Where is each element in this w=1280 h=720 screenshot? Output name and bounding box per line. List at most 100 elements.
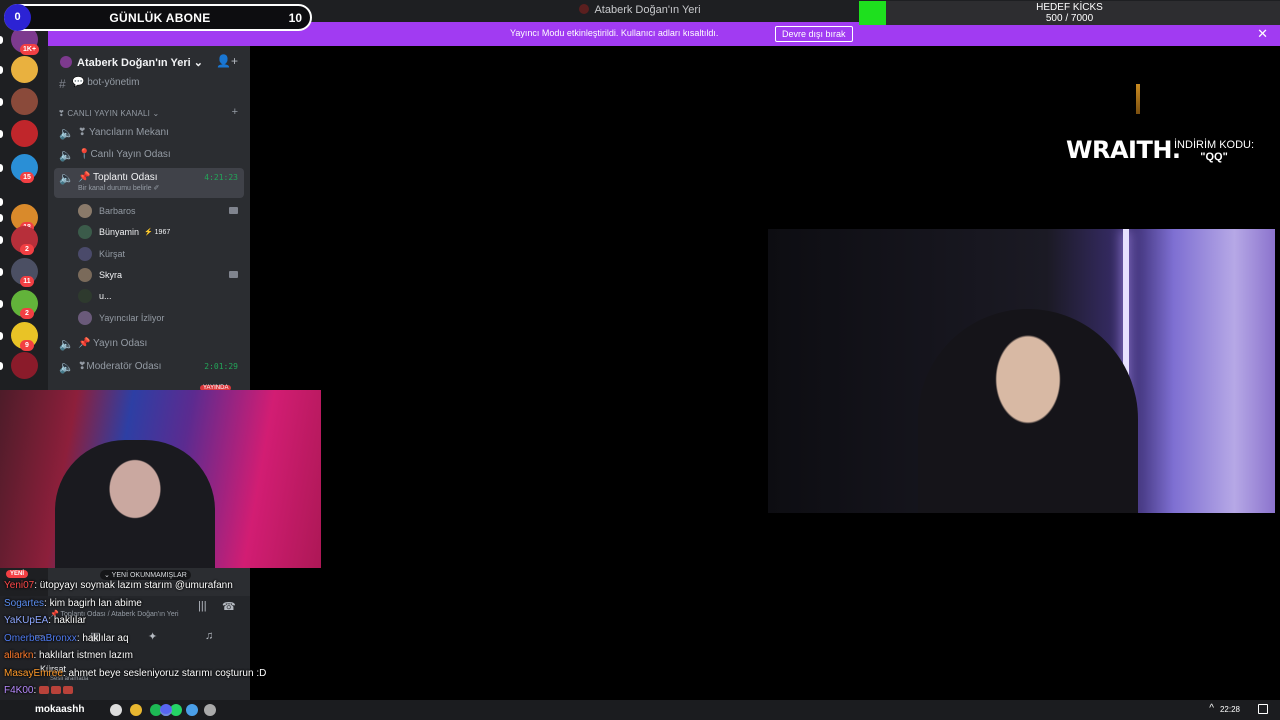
chat-username[interactable]: aliarkn bbox=[4, 650, 33, 661]
chrome-icon[interactable] bbox=[130, 704, 142, 716]
server-icon[interactable] bbox=[11, 120, 38, 147]
streamer-webcam bbox=[0, 390, 321, 568]
channel-yayin-odasi[interactable]: 🔈 📌 Yayın Odası bbox=[54, 334, 244, 354]
member-name: Skyra bbox=[99, 269, 123, 280]
channel-canli-yayin-odasi[interactable]: 🔈 📍Canlı Yayın Odası bbox=[54, 145, 244, 165]
chat-message: aliarkn: haklılart istmen lazım bbox=[4, 650, 304, 668]
channel-bot-yonetim[interactable]: # 💬 bot-yönetim bbox=[54, 74, 244, 94]
chat-text: : bbox=[33, 685, 37, 696]
voice-member[interactable]: u... bbox=[78, 286, 244, 306]
banner-message: Yayıncı Modu etkinleştirildi. Kullanıcı … bbox=[510, 28, 719, 38]
channel-toplanti-odasi[interactable]: 🔈 📌 Toplantı Odası 4:21:23 Bir kanal dur… bbox=[54, 168, 244, 198]
unread-pill bbox=[0, 214, 3, 222]
channel-status[interactable]: Bir kanal durumu belirle ✐ bbox=[78, 184, 159, 192]
member-boost: ⚡ 1967 bbox=[144, 229, 171, 237]
avatar bbox=[78, 225, 92, 240]
channel-name: 📌 Toplantı Odası bbox=[78, 172, 158, 183]
channel-timer: 2:01:29 bbox=[204, 362, 238, 371]
unread-pill bbox=[0, 98, 3, 106]
speaker-icon: 🔈 bbox=[59, 337, 74, 351]
chat-text: : haklılar bbox=[48, 615, 87, 626]
chat-username[interactable]: Sogartes bbox=[4, 598, 44, 609]
camera-on-icon bbox=[229, 270, 238, 278]
chat-text: : ahmet beye sesleniyoruz starımı coştur… bbox=[62, 667, 267, 679]
chat-message: YaKUpEA: haklılar bbox=[4, 615, 304, 633]
unread-pill bbox=[0, 300, 3, 308]
photos-icon[interactable] bbox=[186, 704, 198, 716]
notification-center-icon[interactable] bbox=[1258, 704, 1268, 714]
member-name: Kürşat bbox=[99, 248, 126, 259]
chat-username[interactable]: Yeni07 bbox=[4, 580, 34, 591]
voice-member[interactable]: Kürşat bbox=[78, 244, 244, 264]
category-canli-yayin[interactable]: ❣ CANLI YAYIN KANALI ⌄ bbox=[58, 109, 159, 118]
emote-icon bbox=[39, 686, 50, 694]
mention-badge: 2 bbox=[20, 308, 34, 319]
streamer-figure bbox=[55, 440, 215, 568]
server-icon[interactable] bbox=[11, 56, 38, 83]
chat-message: OmerbeaBronxx: haklılar aq bbox=[4, 633, 304, 651]
chat-message: Sogartes: kim bagirh lan abime bbox=[4, 598, 304, 616]
mention-badge: 1K+ bbox=[20, 44, 40, 55]
chat-text: : haklılar aq bbox=[76, 632, 129, 644]
close-banner-icon[interactable]: ✕ bbox=[1257, 26, 1268, 42]
unread-pill bbox=[0, 362, 3, 370]
discord-icon[interactable] bbox=[160, 704, 172, 716]
server-header-icon bbox=[60, 56, 72, 68]
unread-pill bbox=[0, 66, 3, 74]
chat-username[interactable]: OmerbeaBronxx bbox=[4, 633, 77, 644]
torch-icon bbox=[1136, 84, 1140, 114]
member-name: Bünyamin bbox=[99, 227, 140, 238]
channel-name: ❣ Yancıların Mekanı bbox=[78, 127, 169, 138]
mention-badge: 11 bbox=[20, 276, 34, 287]
voice-member[interactable]: Barbaros bbox=[78, 201, 244, 221]
sponsor-logo: WRAITH. bbox=[1066, 136, 1181, 164]
chat-text: : kim bagirh lan abime bbox=[44, 597, 142, 609]
create-channel-icon[interactable]: + bbox=[232, 106, 238, 118]
speaker-icon: 🔈 bbox=[59, 148, 74, 162]
kicks-goal-title: HEDEF KİCKS bbox=[1036, 2, 1103, 13]
chat-username[interactable]: MasayEmree bbox=[4, 668, 63, 679]
disable-streamer-mode-button[interactable]: Devre dışı bırak bbox=[775, 26, 853, 42]
new-unread-bar[interactable]: ⌄ YENİ OKUNMAMIŞLAR bbox=[100, 570, 191, 580]
server-name-text: Ataberk Doğan'ın Yeri bbox=[77, 57, 191, 69]
text-channel-icon: # bbox=[59, 77, 66, 91]
chat-message: Yeni07: ütopyayı soymak lazım starım @um… bbox=[4, 580, 304, 598]
mention-badge: 9 bbox=[20, 340, 34, 351]
channel-timer: 4:21:23 bbox=[204, 173, 238, 182]
tray-expand-icon[interactable]: ^ bbox=[1209, 703, 1214, 714]
camera-on-icon bbox=[229, 207, 238, 214]
channel-name: ❣Moderatör Odası bbox=[78, 361, 162, 372]
member-name: Barbaros bbox=[99, 206, 136, 216]
member-name: Yayıncılar İzliyor bbox=[99, 312, 165, 323]
chat-text: : haklılart istmen lazım bbox=[33, 650, 133, 661]
new-messages-tag: YENİ bbox=[6, 570, 29, 578]
unread-pill bbox=[0, 198, 3, 206]
obs-icon[interactable] bbox=[110, 704, 122, 716]
mention-badge: 2 bbox=[20, 244, 34, 255]
invite-people-icon[interactable]: 👤+ bbox=[216, 54, 238, 68]
server-name[interactable]: Ataberk Doğan'ın Yeri ⌄ bbox=[77, 56, 203, 69]
sponsor-discount: İNDİRİM KODU: "QQ" bbox=[1174, 139, 1254, 163]
chat-username[interactable]: YaKUpEA bbox=[4, 615, 48, 626]
kicks-goal-bar: HEDEF KİCKS 500 / 7000 bbox=[859, 1, 1280, 25]
chat-text: : ütopyayı soymak lazım starım @umurafan… bbox=[34, 580, 233, 591]
unread-pill bbox=[0, 130, 3, 138]
voice-member[interactable]: Bünyamin ⚡ 1967 bbox=[78, 222, 244, 242]
chat-username[interactable]: F4K00 bbox=[4, 685, 33, 696]
channel-name: 💬 bot-yönetim bbox=[72, 77, 140, 88]
unread-pill bbox=[0, 268, 3, 276]
server-icon[interactable] bbox=[11, 352, 38, 379]
channel-moderator-odasi[interactable]: 🔈 ❣Moderatör Odası 2:01:29 bbox=[54, 357, 244, 377]
channel-yancilarin-mekani[interactable]: 🔈 ❣ Yancıların Mekanı bbox=[54, 123, 244, 143]
voice-member[interactable]: Yayıncılar İzliyor bbox=[78, 308, 244, 328]
unread-pill bbox=[0, 332, 3, 340]
avatar bbox=[78, 204, 92, 218]
server-icon[interactable] bbox=[11, 88, 38, 115]
settings-icon[interactable] bbox=[204, 704, 216, 716]
emote-icon bbox=[51, 686, 62, 694]
avatar bbox=[78, 289, 92, 304]
voice-member[interactable]: Skyra bbox=[78, 265, 244, 285]
channel-name: 📌 Yayın Odası bbox=[78, 338, 148, 349]
clock[interactable]: 22:28 bbox=[1220, 705, 1240, 714]
sub-counter-target: 10 bbox=[288, 11, 302, 25]
